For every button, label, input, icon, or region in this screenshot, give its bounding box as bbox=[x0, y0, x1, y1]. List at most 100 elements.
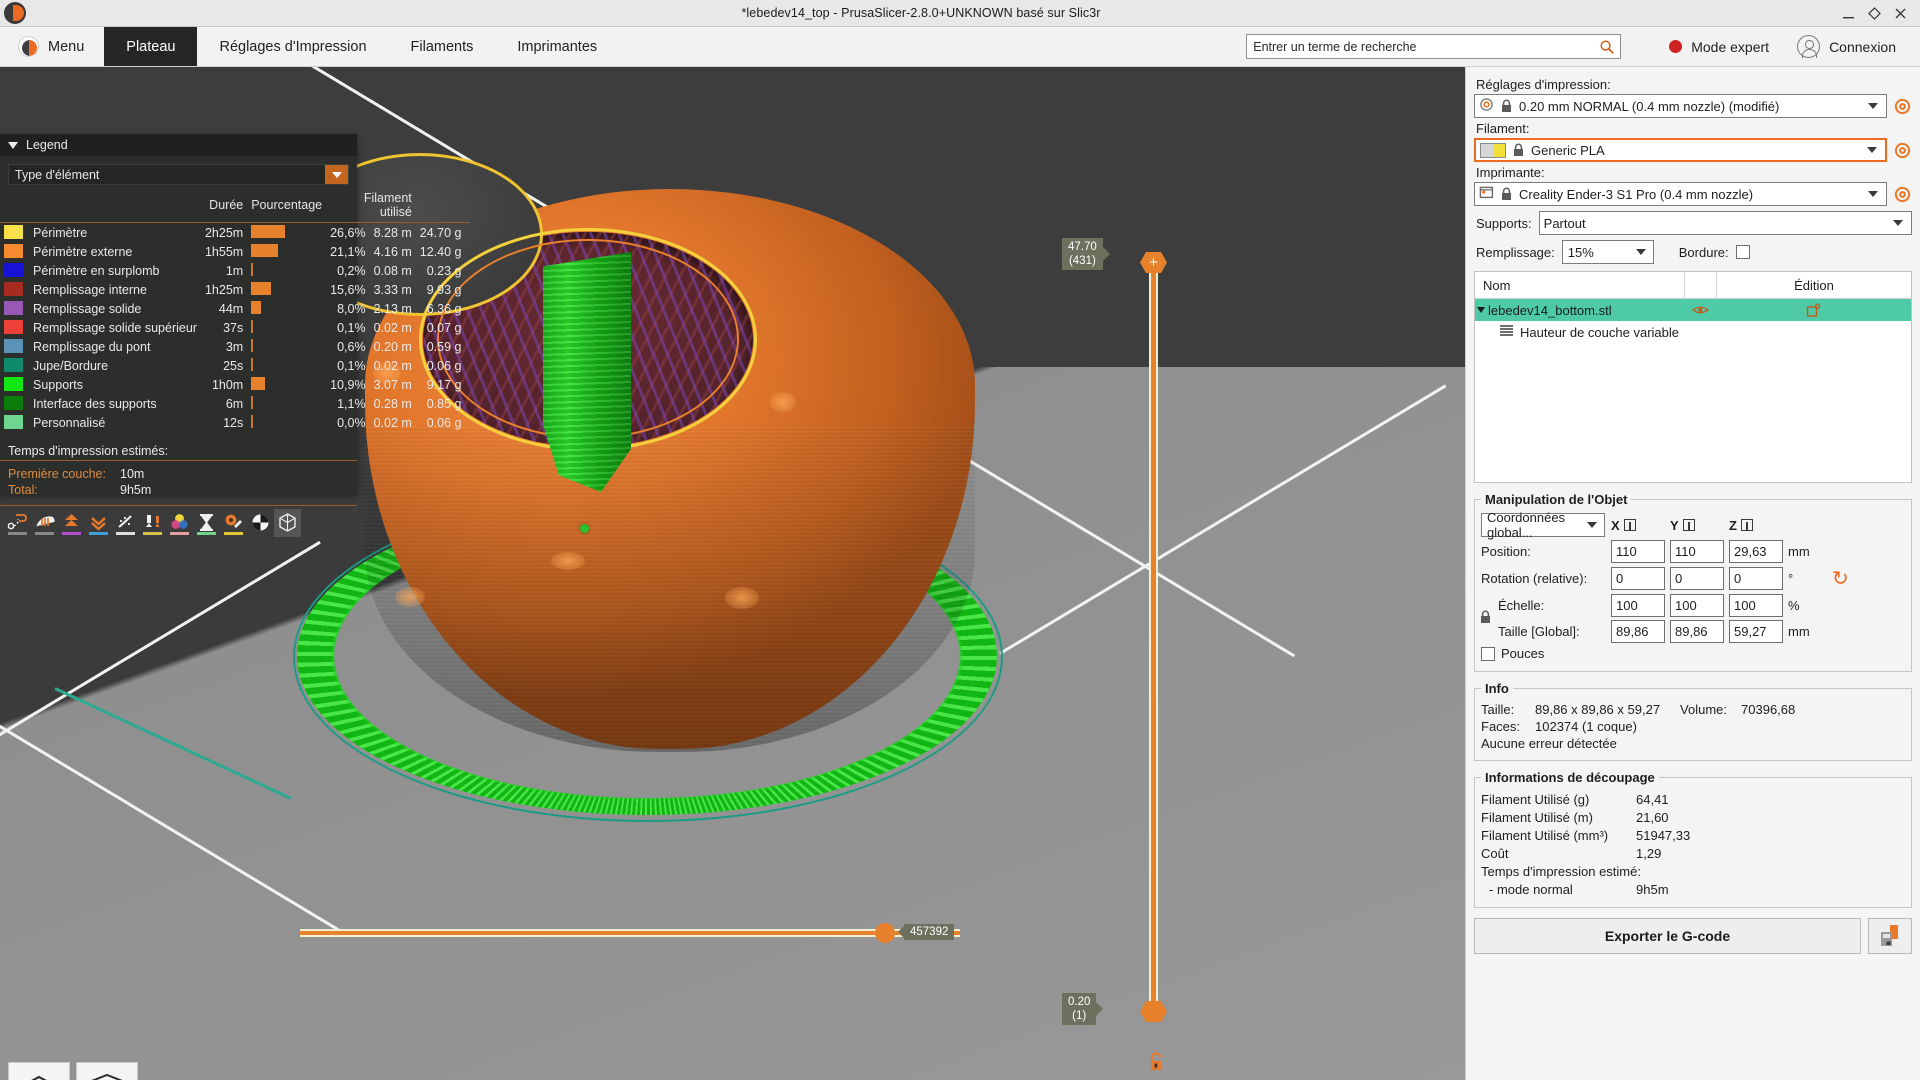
legend-row[interactable]: Remplissage du pont 3m 0,6% 0.20 m 0.59 g bbox=[0, 337, 470, 356]
move-slider[interactable]: 457392 bbox=[300, 922, 960, 946]
layer-slider-plus-icon[interactable]: + bbox=[1149, 255, 1158, 270]
size-z-input[interactable] bbox=[1729, 620, 1783, 643]
seams-icon[interactable] bbox=[58, 509, 85, 537]
rotation-z-input[interactable] bbox=[1729, 567, 1783, 590]
axis-x-lock-icon[interactable] bbox=[1623, 519, 1636, 531]
view-type-dropdown-icon[interactable] bbox=[325, 165, 348, 184]
axis-z-lock-icon[interactable] bbox=[1740, 519, 1753, 531]
unlock-icon[interactable] bbox=[1145, 1052, 1167, 1077]
object-list-row[interactable]: lebedev14_bottom.stl bbox=[1475, 299, 1911, 321]
slice-info-rows: Filament Utilisé (g) 64,41 Filament Utilis… bbox=[1481, 792, 1905, 861]
chevron-down-icon[interactable] bbox=[1587, 522, 1597, 528]
chevron-down-icon[interactable] bbox=[1868, 103, 1878, 109]
maximize-button[interactable] bbox=[1868, 6, 1881, 20]
position-z-input[interactable] bbox=[1729, 540, 1783, 563]
tool-changes-icon[interactable] bbox=[139, 509, 166, 537]
tab-printers[interactable]: Imprimantes bbox=[495, 27, 619, 66]
rotation-y-input[interactable] bbox=[1670, 567, 1724, 590]
layer-slider[interactable]: 47.70 (431) + 0.20 (1) bbox=[1062, 238, 1175, 1070]
filament-combo[interactable]: Generic PLA bbox=[1474, 138, 1887, 162]
filament-edit-button[interactable] bbox=[1893, 141, 1912, 160]
legend-row[interactable]: Supports 1h0m 10,9% 3.07 m 9.17 g bbox=[0, 375, 470, 394]
search-input[interactable] bbox=[1247, 35, 1621, 58]
brim-checkbox[interactable] bbox=[1735, 245, 1750, 259]
view-3d-button[interactable] bbox=[8, 1062, 70, 1080]
wipes-icon[interactable] bbox=[112, 509, 139, 537]
chevron-down-icon[interactable] bbox=[1868, 191, 1878, 197]
layer-slider-lower-thumb[interactable] bbox=[1140, 1001, 1167, 1022]
legend-header[interactable]: Legend bbox=[0, 134, 357, 156]
legend-row-swatch bbox=[0, 413, 27, 432]
layer-slider-top-tooltip: 47.70 (431) bbox=[1062, 238, 1110, 271]
pause-prints-icon[interactable] bbox=[193, 509, 220, 537]
legend-row[interactable]: Périmètre externe 1h55m 21,1% 4.16 m 12.40 g bbox=[0, 242, 470, 261]
object-list-row-name-cell[interactable]: lebedev14_bottom.stl bbox=[1475, 303, 1684, 318]
3d-viewport[interactable]: Legend Type d'élément Durée Pourcentage … bbox=[0, 67, 1465, 1080]
legend-row[interactable]: Périmètre 2h25m 26,6% 8.28 m 24.70 g bbox=[0, 223, 470, 243]
tab-print-settings[interactable]: Réglages d'Impression bbox=[197, 27, 388, 66]
retractions-icon[interactable] bbox=[31, 509, 58, 537]
export-gcode-button[interactable]: Exporter le G-code bbox=[1474, 918, 1861, 954]
legend-row[interactable]: Périmètre en surplomb 1m 0,2% 0.08 m 0.23 g bbox=[0, 261, 470, 280]
move-slider-track[interactable] bbox=[300, 929, 960, 937]
infill-combo[interactable]: 15% bbox=[1561, 240, 1654, 264]
color-changes-icon[interactable] bbox=[166, 509, 193, 537]
menu-button[interactable]: Menu bbox=[0, 27, 104, 66]
scale-y-input[interactable] bbox=[1670, 594, 1724, 617]
printer-value: Creality Ender-3 S1 Pro (0.4 mm nozzle) bbox=[1519, 186, 1754, 202]
printer-edit-button[interactable] bbox=[1893, 185, 1912, 204]
chevron-down-icon[interactable] bbox=[1893, 220, 1903, 226]
object-list-child-row[interactable]: Hauteur de couche variable bbox=[1475, 321, 1911, 343]
view-preview-button[interactable] bbox=[76, 1062, 138, 1080]
object-list[interactable]: Nom Édition lebedev14_bottom.stl Hauteur… bbox=[1474, 271, 1912, 483]
view-type-select[interactable]: Type d'élément bbox=[8, 164, 349, 185]
layer-slider-track[interactable] bbox=[1149, 252, 1158, 1022]
size-x-input[interactable] bbox=[1611, 620, 1665, 643]
search-box[interactable] bbox=[1246, 34, 1622, 60]
object-visibility-toggle[interactable] bbox=[1684, 304, 1716, 316]
shells-icon[interactable] bbox=[247, 509, 274, 537]
legend-row[interactable]: Interface des supports 6m 1,1% 0.28 m 0.85 g bbox=[0, 394, 470, 413]
move-slider-thumb[interactable] bbox=[875, 923, 895, 943]
legend-row[interactable]: Remplissage solide 44m 8,0% 2.13 m 6.36 g bbox=[0, 299, 470, 318]
axis-y-lock-icon[interactable] bbox=[1682, 519, 1695, 531]
scale-x-input[interactable] bbox=[1611, 594, 1665, 617]
legend-row[interactable]: Jupe/Bordure 25s 0,1% 0.02 m 0.06 g bbox=[0, 356, 470, 375]
close-button[interactable] bbox=[1894, 7, 1907, 20]
minimize-button[interactable] bbox=[1842, 7, 1855, 20]
layer-slider-upper-thumb[interactable]: + bbox=[1140, 252, 1167, 273]
chevron-down-icon[interactable] bbox=[1867, 147, 1877, 153]
travel-paths-icon[interactable] bbox=[4, 509, 31, 537]
reset-rotation-icon[interactable]: ↻ bbox=[1832, 566, 1849, 591]
login-button[interactable]: Connexion bbox=[1797, 35, 1920, 58]
legend-row[interactable]: Personnalisé 12s 0,0% 0.02 m 0.06 g bbox=[0, 413, 470, 432]
printer-combo[interactable]: Creality Ender-3 S1 Pro (0.4 mm nozzle) bbox=[1474, 182, 1887, 206]
custom-gcodes-icon[interactable] bbox=[220, 509, 247, 537]
rotation-x-input[interactable] bbox=[1611, 567, 1665, 590]
tool-marker-icon[interactable] bbox=[274, 508, 301, 537]
tab-filaments[interactable]: Filaments bbox=[389, 27, 496, 66]
scale-z-input[interactable] bbox=[1729, 594, 1783, 617]
position-y-input[interactable] bbox=[1670, 540, 1724, 563]
legend-row[interactable]: Remplissage interne 1h25m 15,6% 3.33 m 9.93 … bbox=[0, 280, 470, 299]
tab-plater[interactable]: Plateau bbox=[104, 27, 198, 66]
chevron-down-icon[interactable] bbox=[1477, 307, 1485, 313]
uniform-scale-lock-icon[interactable] bbox=[1479, 610, 1492, 628]
coordinate-mode-combo[interactable]: Coordonnées global... bbox=[1481, 510, 1605, 540]
position-x-input[interactable] bbox=[1611, 540, 1665, 563]
slice-info-panel: Informations de découpage Filament Utili… bbox=[1474, 770, 1912, 908]
object-printable-toggle[interactable] bbox=[1716, 303, 1911, 318]
chevron-down-icon[interactable] bbox=[1635, 249, 1646, 255]
print-settings-combo[interactable]: 0.20 mm NORMAL (0.4 mm nozzle) (modifié) bbox=[1474, 94, 1887, 118]
export-sd-button[interactable] bbox=[1868, 918, 1912, 954]
slice-info-value: 51947,33 bbox=[1636, 828, 1691, 843]
chevron-down-icon[interactable] bbox=[8, 141, 18, 149]
supports-combo[interactable]: Partout bbox=[1538, 211, 1912, 235]
search-icon[interactable] bbox=[1599, 39, 1615, 60]
deretractions-icon[interactable] bbox=[85, 509, 112, 537]
inches-checkbox[interactable] bbox=[1481, 646, 1495, 661]
mode-expert-button[interactable]: Mode expert bbox=[1641, 39, 1797, 55]
print-settings-edit-button[interactable] bbox=[1893, 97, 1912, 116]
legend-row[interactable]: Remplissage solide supérieur 37s 0,1% 0.02 … bbox=[0, 318, 470, 337]
size-y-input[interactable] bbox=[1670, 620, 1724, 643]
